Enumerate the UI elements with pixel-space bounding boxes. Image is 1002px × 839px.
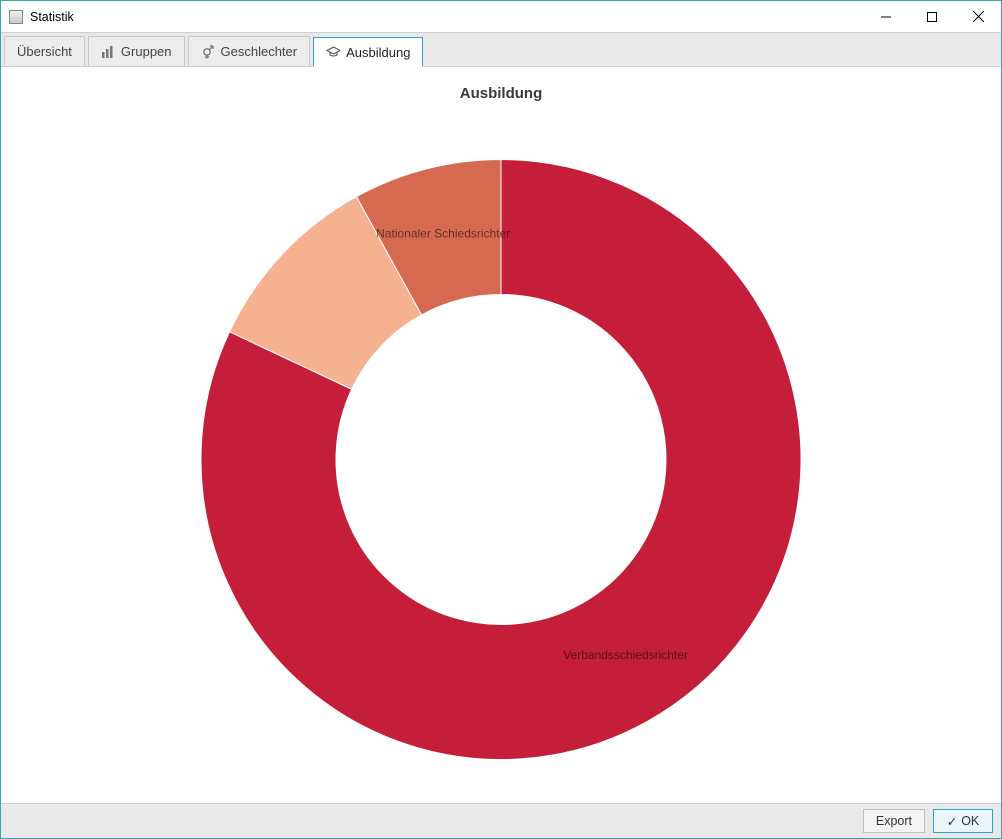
- minimize-icon: [881, 12, 891, 22]
- check-icon: ✓: [947, 814, 957, 829]
- gender-icon: [201, 45, 215, 59]
- tab-uebersicht[interactable]: Übersicht: [4, 36, 85, 66]
- tab-label: Übersicht: [17, 44, 72, 59]
- minimize-button[interactable]: [863, 1, 909, 32]
- tab-label: Gruppen: [121, 44, 172, 59]
- close-icon: [973, 11, 984, 22]
- window-title: Statistik: [30, 10, 74, 24]
- close-button[interactable]: [955, 1, 1001, 32]
- tab-geschlechter[interactable]: Geschlechter: [188, 36, 311, 66]
- app-icon: [9, 10, 23, 24]
- slice-label: Nationaler Schiedsrichter: [376, 226, 510, 240]
- chart-panel: Ausbildung VerbandsschiedsrichterNationa…: [1, 67, 1001, 803]
- maximize-icon: [927, 12, 937, 22]
- tab-label: Ausbildung: [346, 45, 410, 60]
- tab-ausbildung[interactable]: Ausbildung: [313, 37, 423, 67]
- maximize-button[interactable]: [909, 1, 955, 32]
- tab-label: Geschlechter: [221, 44, 298, 59]
- graduation-cap-icon: [326, 45, 340, 59]
- footer: Export ✓ OK: [1, 803, 1001, 838]
- ok-button[interactable]: ✓ OK: [933, 809, 993, 833]
- tabbar: Übersicht Gruppen Geschlechter Ausbildun…: [1, 32, 1001, 67]
- bar-chart-icon: [101, 45, 115, 59]
- export-button[interactable]: Export: [863, 809, 925, 833]
- window: Statistik Übersicht Gruppen Geschlechter: [0, 0, 1002, 839]
- slice-label: Verbandsschiedsrichter: [563, 648, 688, 662]
- button-label: OK: [961, 814, 979, 828]
- donut-chart: Verbandsschiedsrichter Nationaler Schieds…: [1, 67, 1001, 802]
- button-label: Export: [876, 814, 912, 828]
- titlebar: Statistik: [1, 1, 1001, 32]
- tab-gruppen[interactable]: Gruppen: [88, 36, 185, 66]
